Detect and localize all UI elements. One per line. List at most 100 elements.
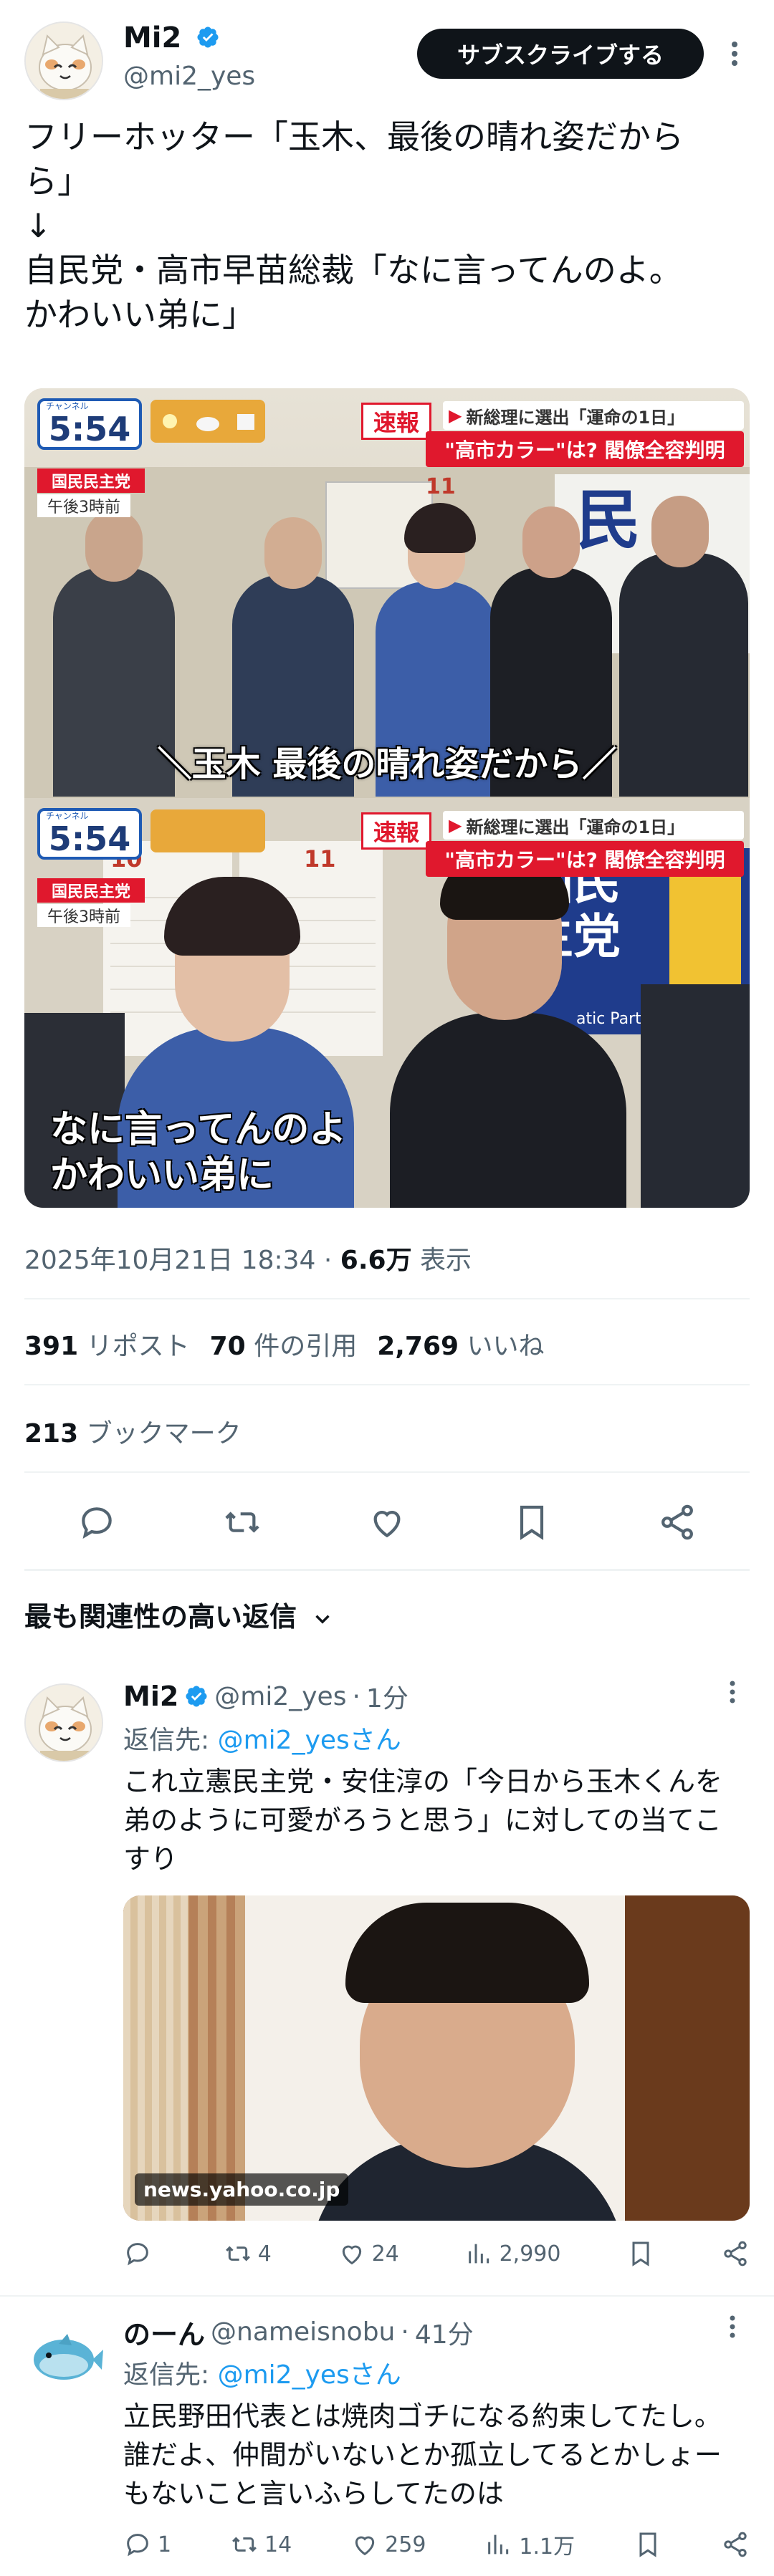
headline-1-text: 新総理に選出「運命の1日」 [466,407,685,428]
sort-replies-dropdown[interactable]: 最も関連性の高い返信 [24,1595,335,1634]
tv-clock: チャンネル 5:54 [37,398,142,450]
tweet-line: かわいい弟に」 [24,295,255,334]
headline-2: "高市カラー"は? 閣僚全容判明 [426,431,744,467]
reply-actions: 1 14 259 1.1万 [123,2529,750,2560]
reply-author-handle[interactable]: @nameisnobu [211,2317,395,2347]
reply-author-name[interactable]: Mi2 [123,1681,178,1712]
reply-views-button[interactable]: 1.1万 [484,2529,575,2560]
reply-like-count: 259 [385,2532,426,2557]
reply-icon [127,2243,148,2266]
author-name[interactable]: Mi2 [123,21,220,54]
calendar-right-month: 11 [304,845,336,873]
weather-icon [150,809,265,852]
reply-repost-button[interactable]: 14 [230,2530,292,2559]
reply-actions: 4 24 2,990 [123,2239,750,2268]
author-avatar[interactable] [24,21,103,100]
like-icon[interactable] [367,1502,407,1542]
tweet-line: ↓ [24,206,52,245]
reply-time[interactable]: 1分 [366,1678,408,1715]
reply-avatar[interactable] [24,2318,103,2397]
quotes-stat[interactable]: 70 件の引用 [210,1325,358,1363]
weather-icon [150,400,265,443]
reply-separator: · [401,2317,409,2347]
views-label: 表示 [420,1246,472,1275]
party-tag: 国民民主党 [37,878,145,903]
tweet-media[interactable]: 11 民 チャンネル 5:54 速報 ▶ 新総理に選出「運命の1日」 "高市カラー… [24,388,750,1208]
reply-like-count: 24 [371,2241,399,2267]
views-chart-icon [488,2534,509,2555]
reply-more-icon[interactable] [720,2311,745,2345]
like-icon [355,2536,375,2556]
verified-badge-icon [186,1686,207,1707]
more-options-icon[interactable] [720,36,749,72]
reply-reply-count: 1 [158,2532,172,2557]
reply-repost-count: 14 [264,2532,292,2557]
tweet-line: ら」 [24,162,90,201]
action-bar [24,1497,750,1547]
reply-reply-button[interactable] [123,2239,158,2268]
divider [0,2295,774,2297]
bookmarks-stat[interactable]: 213 ブックマーク [24,1413,242,1450]
bookmark-icon[interactable] [634,2530,662,2559]
reply-time[interactable]: 41分 [415,2314,474,2351]
reply-like-button[interactable]: 24 [338,2239,399,2268]
tweet-line: 自民党・高市早苗総裁「なに言ってんのよ。 [24,251,682,289]
reply-like-button[interactable]: 259 [350,2530,426,2559]
share-icon[interactable] [657,1502,697,1542]
reply-to: 返信先: @mi2_yesさん [123,2354,401,2391]
reply-to-handle[interactable]: @mi2_yesさん [218,2360,401,2390]
meta-separator: · [323,1246,333,1275]
views-chart-icon [468,2244,489,2264]
share-icon[interactable] [721,2530,750,2559]
reply-views-button[interactable]: 2,990 [465,2239,560,2268]
reply-views-count: 1.1万 [519,2534,575,2560]
repost-icon [232,2537,257,2552]
repost-icon[interactable] [222,1502,262,1542]
tweet-timestamp[interactable]: 2025年10月21日 18:34 [24,1246,315,1275]
reply-text: これ立憲民主党・安住淳の「今日から玉木くんを弟のように可愛がろうと思う」に対して… [123,1766,723,1875]
reply-to-label: 返信先: [123,2360,210,2390]
party-banner-english: atic Party [576,1010,651,1028]
reply-avatar[interactable] [24,1683,103,1762]
share-icon[interactable] [721,2239,750,2268]
reply-text: 立民野田代表とは焼肉ゴチになる約束してたし。誰だよ、仲間がいないとか孤立してると… [123,2400,722,2509]
calendar-month-label: 11 [426,474,456,499]
tv-clock-time: 5:54 [48,410,131,448]
likes-stat[interactable]: 2,769 いいね [377,1325,544,1363]
reply-reply-button[interactable]: 1 [123,2530,171,2559]
divider [24,1569,750,1571]
divider [24,1471,750,1473]
subtitle-bottom-2: かわいい弟に [50,1154,274,1197]
subscribe-button[interactable]: サブスクライブする [417,29,704,79]
reposts-stat[interactable]: 391 リポスト [24,1325,190,1363]
breaking-badge: 速報 [361,403,431,440]
reply-author-handle[interactable]: @mi2_yes [214,1682,346,1711]
headline-1: ▶ 新総理に選出「運命の1日」 [443,401,744,430]
reply-more-icon[interactable] [720,1676,745,1711]
engagement-stats: 391 リポスト 70 件の引用 2,769 いいね [24,1325,545,1363]
bookmark-icon[interactable] [626,2239,655,2268]
divider [24,1298,750,1299]
reply-separator: · [352,1681,360,1711]
tv-clock-time: 5:54 [48,820,131,858]
headline-1: ▶ 新総理に選出「運命の1日」 [443,811,744,840]
party-tag: 国民民主党 [37,468,145,493]
tweet-meta: 2025年10月21日 18:34 · 6.6万 表示 [24,1239,472,1277]
bookmark-icon[interactable] [512,1502,552,1542]
breaking-badge: 速報 [361,812,431,850]
headline-2: "高市カラー"は? 閣僚全容判明 [426,841,744,877]
reply-icon[interactable] [77,1502,117,1542]
time-tag: 午後3時前 [37,494,130,517]
media-bottom-panel: 10 11 国民 主党 atic Party チャンネル 5:54 速報 ▶新総… [24,798,750,1208]
reply-repost-count: 4 [257,2241,272,2267]
reply-author-name[interactable]: のーん [123,2312,205,2352]
reply-media[interactable]: news.yahoo.co.jp [123,1895,750,2221]
reply-to-handle[interactable]: @mi2_yesさん [218,1726,401,1755]
sort-replies-label: 最も関連性の高い返信 [24,1601,297,1633]
author-handle[interactable]: @mi2_yes [123,62,255,91]
headline-1-text: 新総理に選出「運命の1日」 [466,817,685,837]
subtitle-top: ＼玉木 最後の晴れ姿だから／ [157,744,617,784]
reply-repost-button[interactable]: 4 [224,2239,272,2268]
tv-clock: チャンネル 5:54 [37,808,142,860]
tweet-text: フリーホッター「玉木、最後の晴れ姿だから ら」 ↓ 自民党・高市早苗総裁「なに言… [24,115,748,337]
